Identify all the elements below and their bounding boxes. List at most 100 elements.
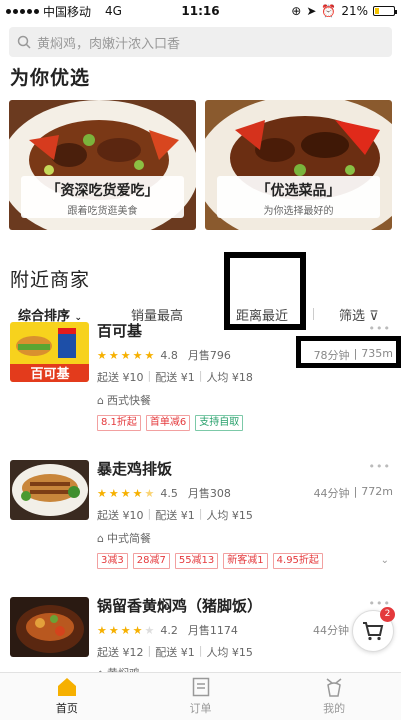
monthly-sales: 月售1174 — [187, 624, 238, 637]
rating-score: 4.5 — [160, 486, 178, 500]
delivery-fee: 配送 ¥1 — [155, 646, 195, 659]
star-icon: ★ — [120, 623, 131, 637]
shop-fees: 起送 ¥10 | 配送 ¥1 | 人均 ¥18 — [97, 369, 253, 384]
banner-selected-title: 「优选菜品」 — [256, 183, 341, 199]
location-icon: ➤ — [306, 4, 317, 18]
delivery-fee: 配送 ¥1 — [155, 371, 195, 384]
shop-fees: 起送 ¥12 | 配送 ¥1 | 人均 ¥15 — [97, 644, 253, 659]
star-icon: ★ — [108, 348, 119, 362]
home-icon — [57, 678, 76, 696]
carrier: 中国移动 — [43, 4, 92, 19]
banner-foodie-label: 「资深吃货爱吃」 跟着吃货逛美食 — [21, 176, 184, 218]
star-icon: ★ — [132, 348, 143, 362]
tab-home[interactable]: 首页 — [0, 673, 134, 720]
tab-profile[interactable]: 我的 — [267, 673, 401, 720]
delivery-time: 44分钟 — [313, 624, 349, 637]
search-placeholder: 黄焖鸡，肉嫩汁浓入口香 — [37, 36, 181, 52]
per-person: 人均 ¥18 — [206, 371, 253, 384]
promo-tag: 28减7 — [132, 553, 170, 569]
promo-tag: 55减13 — [174, 553, 219, 569]
expand-promos-icon[interactable]: ⌄ — [381, 555, 389, 566]
battery-icon — [373, 6, 397, 16]
star-icon: ★ — [97, 623, 107, 637]
shop-rating: ★ ★ ★ ★ ★ 4.2 月售1174 — [97, 622, 238, 638]
shop-rating: ★ ★ ★ ★ ★ 4.8 月售796 — [97, 347, 231, 363]
promo-tag: 4.95折起 — [272, 553, 323, 569]
shop-card[interactable]: 锅留香黄焖鸡（猪脚饭） ★ ★ ★ ★ ★ 4.2 月售1174 起送 ¥12 | 配送 … — [0, 595, 401, 680]
promo-tags: 3减3 28减7 55减13 新客减1 4.95折起 — [97, 553, 323, 569]
promo-tag: 首单减6 — [145, 415, 191, 431]
banner-selected-label: 「优选菜品」 为你选择最好的 — [217, 176, 380, 218]
tab-home-label: 首页 — [55, 702, 78, 715]
signal-icon — [6, 8, 39, 14]
min-order: 起送 ¥12 — [97, 646, 144, 659]
star-icon: ★ — [132, 623, 143, 637]
alarm-icon: ⏰ — [321, 4, 337, 18]
more-icon[interactable]: ••• — [369, 322, 391, 335]
promo-tags: 8.1折起 首单减6 支持自取 — [97, 415, 244, 431]
network-type: 4G — [105, 4, 122, 18]
shop-distance: 44分钟 — [313, 622, 349, 638]
cart-button[interactable]: 2 — [352, 607, 395, 652]
promo-tag: 8.1折起 — [97, 415, 141, 431]
star-icon: ★ — [120, 348, 131, 362]
highlight-box-nearest — [224, 252, 306, 330]
cart-count-badge: 2 — [380, 607, 395, 622]
highlight-box-distance — [296, 336, 401, 368]
per-person: 人均 ¥15 — [206, 646, 253, 659]
distance: 772m — [361, 485, 393, 498]
delivery-fee: 配送 ¥1 — [155, 509, 195, 522]
search-input[interactable]: 黄焖鸡，肉嫩汁浓入口香 — [9, 27, 392, 57]
tab-orders[interactable]: 订单 — [134, 673, 268, 720]
star-icon: ★ — [97, 486, 107, 500]
promo-tag: 3减3 — [97, 553, 128, 569]
shop-rating: ★ ★ ★ ★ ★ 4.5 月售308 — [97, 485, 231, 501]
min-order: 起送 ¥10 — [97, 371, 144, 384]
status-bar: 中国移动 4G 11:16 ⊕ ➤ ⏰ 21% — [0, 0, 401, 22]
store-icon: ⌂ — [97, 393, 104, 407]
featured-title: 为你优选 — [10, 67, 91, 89]
shop-name: 百可基 — [97, 322, 143, 340]
star-icon: ★ — [108, 623, 119, 637]
shop-name: 锅留香黄焖鸡（猪脚饭） — [97, 597, 263, 615]
star-icon: ★ — [144, 623, 155, 637]
shop-thumbnail — [10, 597, 89, 657]
shop-thumbnail: 百可基 — [10, 322, 89, 382]
more-icon[interactable]: ••• — [369, 460, 391, 473]
monthly-sales: 月售308 — [187, 487, 231, 500]
shop-category: ⌂ 中式简餐 — [97, 530, 151, 546]
shop-name: 暴走鸡排饭 — [97, 460, 173, 478]
shop-category: ⌂ 西式快餐 — [97, 392, 151, 408]
thumb-text: 百可基 — [30, 366, 70, 382]
promo-tag: 支持自取 — [195, 415, 244, 431]
nearby-title: 附近商家 — [10, 269, 91, 291]
lock-rotation-icon: ⊕ — [291, 4, 302, 18]
shop-card[interactable]: 暴走鸡排饭 ★ ★ ★ ★ ★ 4.5 月售308 起送 ¥10 | 配送 ¥1 | 人均 … — [0, 458, 401, 578]
promo-tag: 新客减1 — [223, 553, 268, 569]
rating-score: 4.2 — [160, 623, 178, 637]
star-icon: ★ — [144, 348, 155, 362]
star-icon: ★ — [132, 486, 143, 500]
delivery-time: 44分钟 — [313, 487, 350, 500]
banner-selected-subtitle: 为你选择最好的 — [263, 206, 334, 217]
star-icon: ★ — [120, 486, 131, 500]
banner-selected-dishes[interactable]: 「优选菜品」 为你选择最好的 — [205, 100, 392, 230]
shop-category-label: 西式快餐 — [106, 394, 151, 407]
search-icon — [17, 35, 31, 49]
banner-foodie[interactable]: 「资深吃货爱吃」 跟着吃货逛美食 — [9, 100, 196, 230]
monthly-sales: 月售796 — [187, 349, 231, 362]
shop-fees: 起送 ¥10 | 配送 ¥1 | 人均 ¥15 — [97, 507, 253, 522]
per-person: 人均 ¥15 — [206, 509, 253, 522]
banner-foodie-subtitle: 跟着吃货逛美食 — [67, 206, 138, 217]
shop-distance: 44分钟 | 772m — [313, 485, 393, 500]
store-icon: ⌂ — [97, 531, 104, 545]
tab-orders-label: 订单 — [189, 702, 212, 715]
shop-thumbnail — [10, 460, 89, 520]
cart-icon — [363, 622, 384, 641]
battery-percent: 21% — [341, 4, 368, 18]
star-icon: ★ — [144, 486, 155, 500]
min-order: 起送 ¥10 — [97, 509, 144, 522]
shop-category-label: 中式简餐 — [106, 532, 151, 545]
star-icon: ★ — [97, 348, 107, 362]
banner-foodie-title: 「资深吃货爱吃」 — [46, 183, 159, 199]
